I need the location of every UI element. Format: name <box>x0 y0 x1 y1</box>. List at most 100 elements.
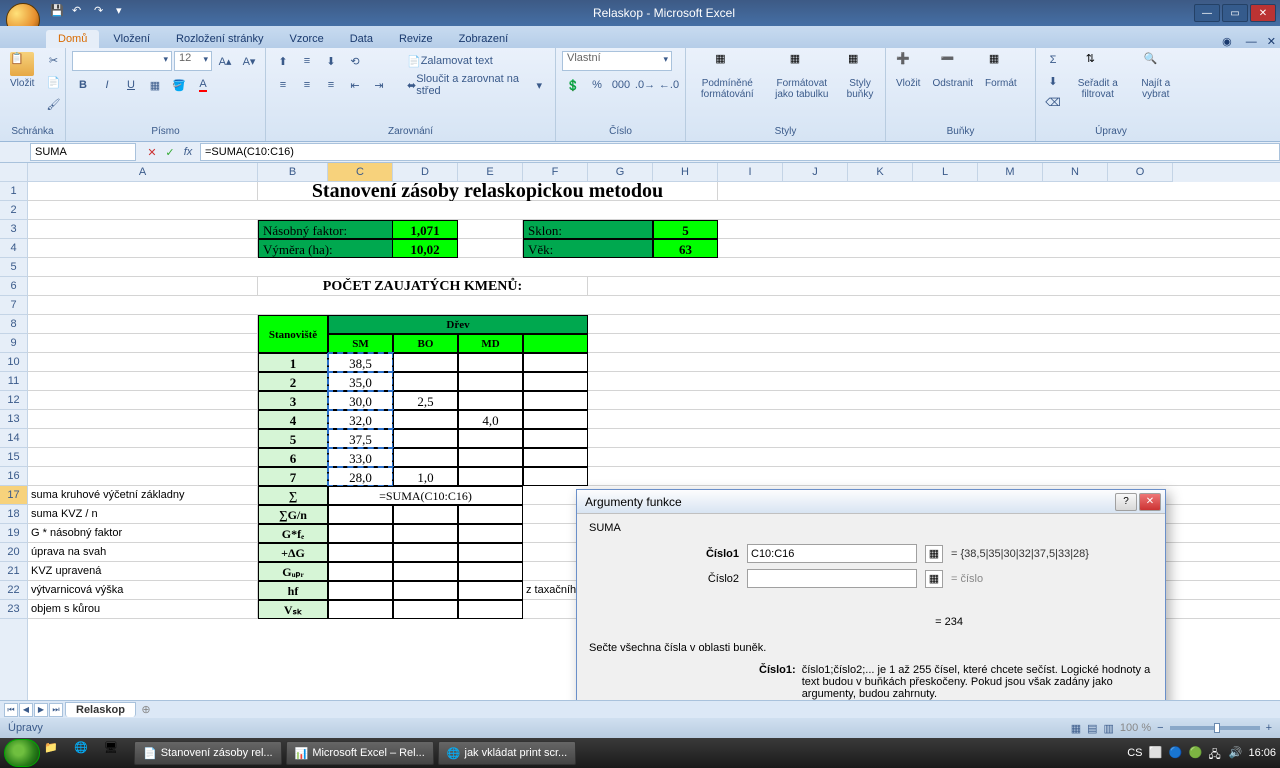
align-middle-icon[interactable]: ≡ <box>296 51 318 71</box>
accept-formula-icon[interactable]: ✓ <box>162 146 178 159</box>
dialog-help-button[interactable]: ? <box>1115 493 1137 511</box>
inc-decimal-icon[interactable]: .0→ <box>634 75 656 95</box>
align-bottom-icon[interactable]: ⬇ <box>320 51 342 71</box>
qat-dropdown-icon[interactable]: ▾ <box>116 4 134 22</box>
font-color-button[interactable]: A <box>192 75 214 95</box>
tab-review[interactable]: Revize <box>387 30 445 48</box>
taskbar-task-3[interactable]: 🌐jak vkládat print scr... <box>438 741 576 765</box>
dialog-close-button[interactable]: ✕ <box>1139 493 1161 511</box>
taskbar-desktop-icon[interactable]: 🖥 <box>104 741 130 765</box>
number-format-combo[interactable]: Vlastní <box>562 51 672 71</box>
qat-save-icon[interactable]: 💾 <box>50 4 68 22</box>
cancel-formula-icon[interactable]: ✕ <box>144 146 160 159</box>
border-button[interactable]: ▦ <box>144 75 166 95</box>
align-center-icon[interactable]: ≡ <box>296 75 318 95</box>
tab-insert[interactable]: Vložení <box>101 30 162 48</box>
tray-network-icon[interactable]: 🖧 <box>1208 746 1222 760</box>
autosum-icon[interactable]: Σ <box>1042 50 1064 70</box>
font-name-combo[interactable] <box>72 51 172 71</box>
ribbon-close-icon[interactable]: ✕ <box>1263 35 1280 48</box>
arg2-collapse-icon[interactable]: ▦ <box>925 570 943 588</box>
underline-button[interactable]: U <box>120 75 142 95</box>
cut-icon[interactable]: ✂ <box>42 50 64 70</box>
format-table-button[interactable]: ▦Formátovat jako tabulku <box>767 50 838 102</box>
tab-data[interactable]: Data <box>338 30 385 48</box>
shrink-font-icon[interactable]: A▾ <box>238 51 260 71</box>
insert-cells-button[interactable]: ➕Vložit <box>892 50 924 91</box>
clear-icon[interactable]: ⌫ <box>1042 92 1064 112</box>
taskbar-task-1[interactable]: 📄Stanovení zásoby rel... <box>134 741 282 765</box>
function-name: SUMA <box>589 522 1153 534</box>
fill-icon[interactable]: ⬇ <box>1042 71 1064 91</box>
align-right-icon[interactable]: ≡ <box>320 75 342 95</box>
view-break-icon[interactable]: ▥ <box>1104 722 1114 735</box>
tray-icon[interactable]: ⬜ <box>1148 746 1162 760</box>
dialog-description: Sečte všechna čísla v oblasti buněk. <box>589 642 1153 654</box>
comma-icon[interactable]: 000 <box>610 75 632 95</box>
find-select-button[interactable]: 🔍Najít a vybrat <box>1132 50 1180 102</box>
indent-dec-icon[interactable]: ⇤ <box>344 75 366 95</box>
zoom-in-button[interactable]: + <box>1266 722 1272 734</box>
view-normal-icon[interactable]: ▦ <box>1071 722 1081 735</box>
format-cells-button[interactable]: ▦Formát <box>981 50 1021 91</box>
sheet-nav-first[interactable]: ⏮ <box>4 703 18 717</box>
font-size-combo[interactable]: 12 <box>174 51 212 71</box>
conditional-format-button[interactable]: ▦Podmíněné formátování <box>692 50 763 102</box>
help-icon[interactable]: ◉ <box>1214 35 1240 48</box>
percent-icon[interactable]: % <box>586 75 608 95</box>
arg1-input[interactable] <box>747 544 917 563</box>
sheet-nav-last[interactable]: ⏭ <box>49 703 63 717</box>
grow-font-icon[interactable]: A▴ <box>214 51 236 71</box>
taskbar-task-2[interactable]: 📊Microsoft Excel – Rel... <box>286 741 434 765</box>
ribbon-minimize-icon[interactable]: — <box>1242 36 1261 48</box>
italic-button[interactable]: I <box>96 75 118 95</box>
sheet-tabs-bar: ⏮ ◀ ▶ ⏭ Relaskop ⊕ <box>0 700 1280 718</box>
tray-lang[interactable]: CS <box>1127 747 1142 759</box>
align-left-icon[interactable]: ≡ <box>272 75 294 95</box>
tab-formulas[interactable]: Vzorce <box>277 30 335 48</box>
zoom-slider[interactable] <box>1170 726 1260 730</box>
close-button[interactable]: ✕ <box>1250 4 1276 22</box>
restore-button[interactable]: ▭ <box>1222 4 1248 22</box>
qat-undo-icon[interactable]: ↶ <box>72 4 90 22</box>
tab-view[interactable]: Zobrazení <box>447 30 521 48</box>
currency-icon[interactable]: 💲 <box>562 75 584 95</box>
start-button[interactable] <box>4 739 40 767</box>
arg1-collapse-icon[interactable]: ▦ <box>925 545 943 563</box>
sort-filter-button[interactable]: ⇅Seřadit a filtrovat <box>1068 50 1128 102</box>
fill-color-button[interactable]: 🪣 <box>168 75 190 95</box>
sheet-nav-next[interactable]: ▶ <box>34 703 48 717</box>
minimize-button[interactable]: — <box>1194 4 1220 22</box>
copy-icon[interactable]: 📄 <box>42 72 64 92</box>
formula-input[interactable]: =SUMA(C10:C16) <box>200 143 1280 161</box>
zoom-out-button[interactable]: − <box>1157 722 1163 734</box>
sheet-nav-prev[interactable]: ◀ <box>19 703 33 717</box>
sheet-tab-relaskop[interactable]: Relaskop <box>65 702 136 717</box>
tray-icon[interactable]: 🔵 <box>1168 746 1182 760</box>
tray-volume-icon[interactable]: 🔊 <box>1228 746 1242 760</box>
paste-button[interactable]: 📋Vložit <box>6 50 38 91</box>
merge-center-button[interactable]: ⬌ Sloučit a zarovnat na střed ▾ <box>400 75 549 95</box>
taskbar-explorer-icon[interactable]: 📁 <box>44 741 70 765</box>
delete-cells-button[interactable]: ➖Odstranit <box>928 50 977 91</box>
name-box[interactable]: SUMA <box>30 143 136 161</box>
tab-layout[interactable]: Rozložení stránky <box>164 30 275 48</box>
indent-inc-icon[interactable]: ⇥ <box>368 75 390 95</box>
cell-styles-button[interactable]: ▦Styly buňky <box>841 50 879 102</box>
format-painter-icon[interactable]: 🖌 <box>42 94 64 114</box>
dec-decimal-icon[interactable]: ←.0 <box>658 75 680 95</box>
orientation-icon[interactable]: ⟲ <box>344 51 366 71</box>
align-top-icon[interactable]: ⬆ <box>272 51 294 71</box>
status-text: Úpravy <box>8 722 43 734</box>
fx-icon[interactable]: fx <box>180 146 196 158</box>
taskbar-ie-icon[interactable]: 🌐 <box>74 741 100 765</box>
tray-icon[interactable]: 🟢 <box>1188 746 1202 760</box>
new-sheet-icon[interactable]: ⊕ <box>138 703 154 716</box>
bold-button[interactable]: B <box>72 75 94 95</box>
wrap-text-button[interactable]: 📄 Zalamovat text <box>400 51 500 71</box>
view-layout-icon[interactable]: ▤ <box>1087 722 1097 735</box>
tab-home[interactable]: Domů <box>46 30 99 48</box>
arg2-input[interactable] <box>747 569 917 588</box>
qat-redo-icon[interactable]: ↷ <box>94 4 112 22</box>
tray-clock[interactable]: 16:06 <box>1248 747 1276 759</box>
